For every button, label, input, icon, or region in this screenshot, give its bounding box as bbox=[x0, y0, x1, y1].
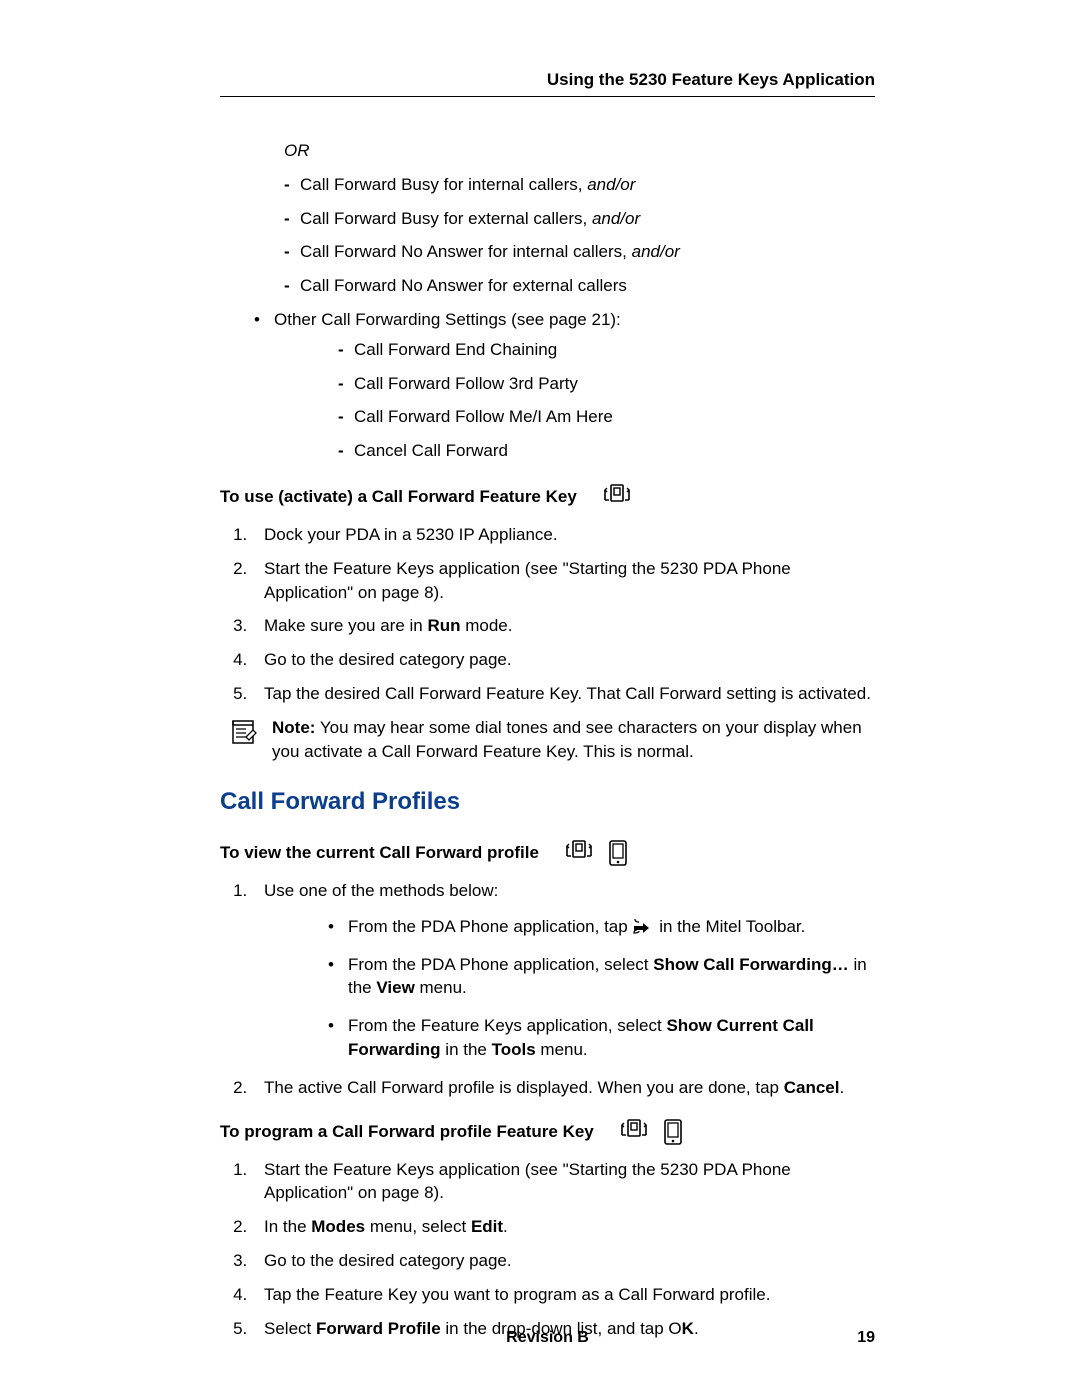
footer-revision: Revision B bbox=[220, 1329, 875, 1347]
view-methods: From the PDA Phone application, tap in t… bbox=[264, 915, 875, 1062]
dock-icon bbox=[620, 1118, 654, 1146]
list-item: From the Feature Keys application, selec… bbox=[328, 1014, 875, 1062]
page-header: Using the 5230 Feature Keys Application bbox=[220, 70, 875, 97]
activate-heading: To use (activate) a Call Forward Feature… bbox=[220, 483, 875, 511]
or-label: OR bbox=[284, 139, 875, 163]
pda-icon bbox=[662, 1118, 684, 1146]
list-item: Call Forward No Answer for external call… bbox=[284, 274, 875, 298]
step: Make sure you are in Run mode. bbox=[252, 614, 875, 638]
other-settings: Other Call Forwarding Settings (see page… bbox=[220, 308, 875, 463]
step: In the Modes menu, select Edit. bbox=[252, 1215, 875, 1239]
note-block: Note: You may hear some dial tones and s… bbox=[230, 716, 875, 764]
other-settings-sub: Call Forward End Chaining Call Forward F… bbox=[274, 338, 875, 463]
dock-icon bbox=[603, 483, 637, 511]
view-heading: To view the current Call Forward profile bbox=[220, 839, 875, 867]
program-steps: Start the Feature Keys application (see … bbox=[220, 1158, 875, 1341]
note-text: Note: You may hear some dial tones and s… bbox=[272, 716, 875, 764]
section-title: Call Forward Profiles bbox=[220, 785, 875, 819]
step: Start the Feature Keys application (see … bbox=[252, 557, 875, 605]
note-icon bbox=[230, 718, 258, 746]
step: The active Call Forward profile is displ… bbox=[252, 1076, 875, 1100]
step: Use one of the methods below: From the P… bbox=[252, 879, 875, 1062]
list-item: Call Forward Follow 3rd Party bbox=[338, 372, 875, 396]
header-title: Using the 5230 Feature Keys Application bbox=[547, 70, 875, 89]
page-footer: Revision B 19 bbox=[220, 1329, 875, 1347]
forward-toolbar-icon bbox=[632, 917, 654, 935]
list-item: Call Forward No Answer for internal call… bbox=[284, 240, 875, 264]
step: Start the Feature Keys application (see … bbox=[252, 1158, 875, 1206]
list-item: Call Forward Busy for internal callers, … bbox=[284, 173, 875, 197]
step: Go to the desired category page. bbox=[252, 1249, 875, 1273]
list-item: From the PDA Phone application, tap in t… bbox=[328, 915, 875, 939]
list-item: Cancel Call Forward bbox=[338, 439, 875, 463]
body-content: OR Call Forward Busy for internal caller… bbox=[220, 139, 875, 1340]
activate-steps: Dock your PDA in a 5230 IP Appliance. St… bbox=[220, 523, 875, 706]
list-item: Other Call Forwarding Settings (see page… bbox=[254, 308, 875, 463]
list-item: From the PDA Phone application, select S… bbox=[328, 953, 875, 1001]
dock-icon bbox=[565, 839, 599, 867]
pda-icon bbox=[607, 839, 629, 867]
view-steps: Use one of the methods below: From the P… bbox=[220, 879, 875, 1100]
list-item: Call Forward End Chaining bbox=[338, 338, 875, 362]
step: Tap the Feature Key you want to program … bbox=[252, 1283, 875, 1307]
list-item: Call Forward Busy for external callers, … bbox=[284, 207, 875, 231]
list-item: Call Forward Follow Me/I Am Here bbox=[338, 405, 875, 429]
step: Go to the desired category page. bbox=[252, 648, 875, 672]
step: Tap the desired Call Forward Feature Key… bbox=[252, 682, 875, 706]
program-heading: To program a Call Forward profile Featur… bbox=[220, 1118, 875, 1146]
forward-type-list: Call Forward Busy for internal callers, … bbox=[220, 173, 875, 298]
step: Dock your PDA in a 5230 IP Appliance. bbox=[252, 523, 875, 547]
